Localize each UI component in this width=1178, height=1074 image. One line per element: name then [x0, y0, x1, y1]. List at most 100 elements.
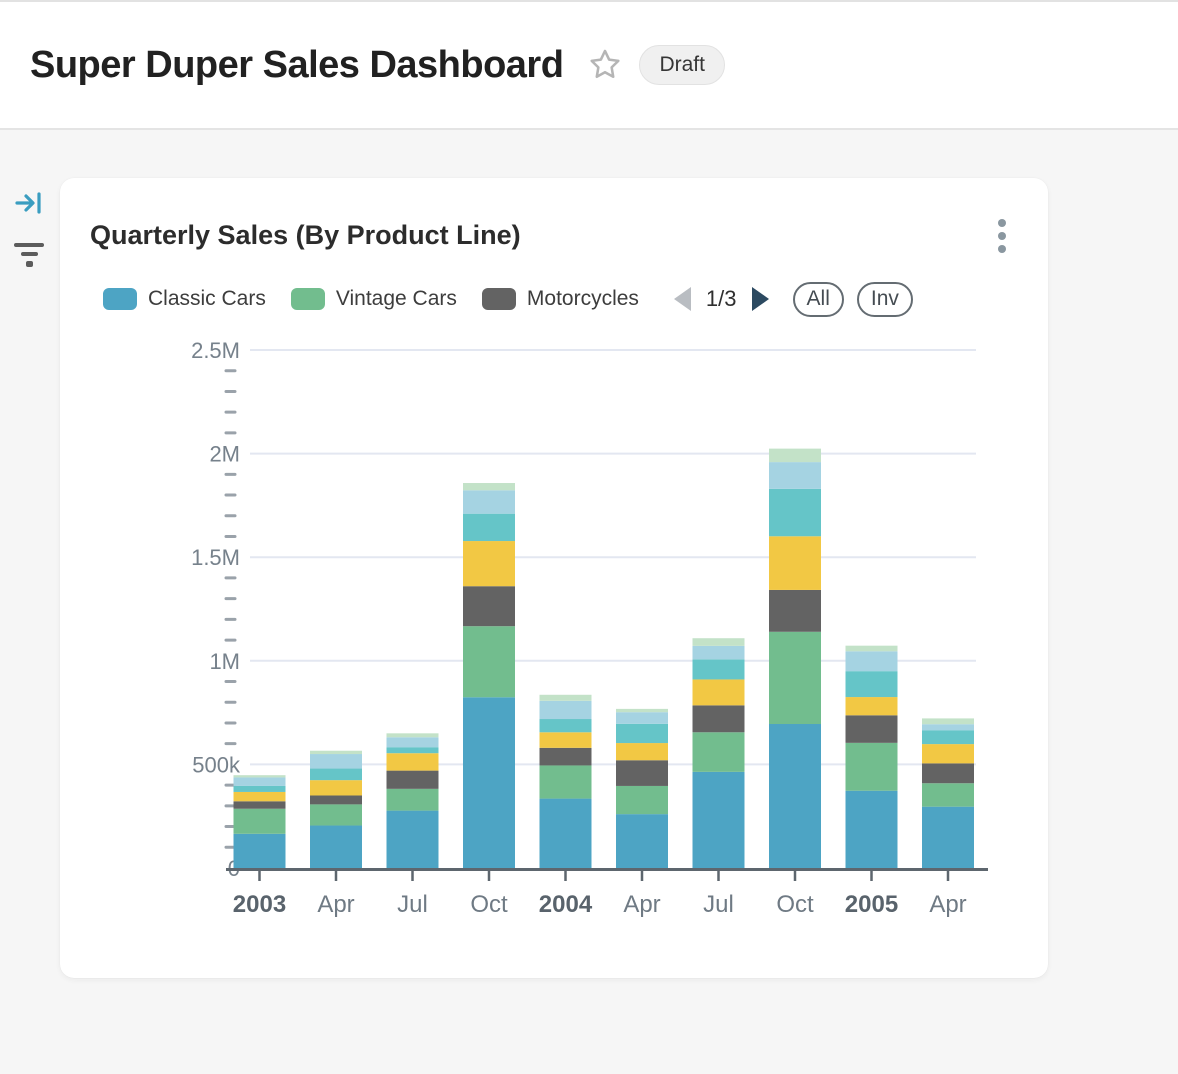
legend-item-vintage-cars[interactable]: Vintage Cars — [291, 287, 457, 311]
bar-segment[interactable] — [234, 801, 286, 808]
bar-segment[interactable] — [540, 701, 592, 719]
triangle-right-icon — [752, 287, 769, 311]
bar-segment[interactable] — [463, 626, 515, 697]
bar-segment[interactable] — [769, 489, 821, 536]
bar-segment[interactable] — [769, 724, 821, 868]
bar-segment[interactable] — [616, 743, 668, 760]
bar-segment[interactable] — [310, 826, 362, 868]
bar-segment[interactable] — [234, 786, 286, 792]
bar-segment[interactable] — [693, 772, 745, 868]
bar-segment[interactable] — [693, 646, 745, 659]
bar-segment[interactable] — [463, 483, 515, 490]
triangle-left-icon — [674, 287, 691, 311]
card-title: Quarterly Sales (By Product Line) — [90, 220, 521, 251]
bar-segment[interactable] — [693, 638, 745, 646]
x-tick-label: 2005 — [845, 891, 898, 918]
bar-segment[interactable] — [310, 751, 362, 754]
y-tick-label: 1.5M — [191, 545, 240, 570]
legend-item-motorcycles[interactable]: Motorcycles — [482, 287, 639, 311]
stacked-bar-chart[interactable]: 0500k1M1.5M2M2.5M2003AprJulOct2004AprJul… — [90, 330, 1018, 960]
y-tick-label: 500k — [192, 752, 241, 777]
sidebar-expand-button[interactable] — [14, 190, 44, 219]
bar-segment[interactable] — [693, 679, 745, 705]
legend-item-classic-cars[interactable]: Classic Cars — [103, 287, 266, 311]
bar-segment[interactable] — [922, 724, 974, 730]
dashboard-body: Quarterly Sales (By Product Line) Classi… — [0, 130, 1178, 1074]
bar-segment[interactable] — [922, 730, 974, 744]
legend-label: Motorcycles — [527, 287, 639, 311]
bar-segment[interactable] — [540, 719, 592, 732]
bar-segment[interactable] — [769, 536, 821, 590]
bar-segment[interactable] — [234, 834, 286, 868]
bar-segment[interactable] — [234, 792, 286, 801]
invert-selection-button[interactable]: Inv — [857, 282, 913, 317]
bar-segment[interactable] — [846, 646, 898, 652]
bar-segment[interactable] — [463, 541, 515, 586]
bar-segment[interactable] — [310, 769, 362, 781]
bar-segment[interactable] — [846, 671, 898, 697]
bar-segment[interactable] — [616, 724, 668, 743]
bar-segment[interactable] — [387, 771, 439, 789]
bar-segment[interactable] — [922, 744, 974, 763]
bar-segment[interactable] — [616, 814, 668, 868]
legend-page-indicator: 1/3 — [706, 286, 737, 312]
bar-segment[interactable] — [463, 514, 515, 541]
bar-segment[interactable] — [616, 709, 668, 712]
bar-segment[interactable] — [540, 799, 592, 868]
legend-label: Classic Cars — [148, 287, 266, 311]
x-tick-label: Apr — [317, 891, 354, 918]
chart-plot-area[interactable]: 0500k1M1.5M2M2.5M2003AprJulOct2004AprJul… — [90, 330, 1018, 960]
bar-segment[interactable] — [846, 697, 898, 715]
page-title: Super Duper Sales Dashboard — [30, 44, 563, 87]
bar-segment[interactable] — [922, 783, 974, 806]
bar-segment[interactable] — [846, 651, 898, 671]
bar-segment[interactable] — [540, 765, 592, 798]
bar-segment[interactable] — [616, 712, 668, 724]
legend-next-button[interactable] — [752, 287, 769, 311]
bar-segment[interactable] — [846, 743, 898, 791]
bar-segment[interactable] — [769, 449, 821, 462]
legend-prev-button[interactable] — [674, 287, 691, 311]
bar-segment[interactable] — [693, 732, 745, 772]
bar-segment[interactable] — [616, 786, 668, 814]
bar-segment[interactable] — [922, 718, 974, 724]
bar-segment[interactable] — [234, 809, 286, 834]
bar-segment[interactable] — [387, 789, 439, 811]
bar-segment[interactable] — [693, 705, 745, 732]
filter-icon[interactable] — [13, 243, 45, 267]
bar-segment[interactable] — [387, 737, 439, 747]
bar-segment[interactable] — [769, 462, 821, 489]
bar-segment[interactable] — [310, 795, 362, 804]
bar-segment[interactable] — [846, 715, 898, 743]
bar-segment[interactable] — [769, 590, 821, 632]
select-all-button[interactable]: All — [793, 282, 844, 317]
bar-segment[interactable] — [463, 490, 515, 513]
favorite-button[interactable] — [587, 47, 623, 83]
bar-segment[interactable] — [540, 748, 592, 766]
bar-segment[interactable] — [540, 732, 592, 748]
bar-segment[interactable] — [922, 763, 974, 783]
bar-segment[interactable] — [310, 780, 362, 795]
bar-segment[interactable] — [387, 811, 439, 868]
card-menu-button[interactable] — [996, 217, 1008, 255]
bar-segment[interactable] — [387, 733, 439, 737]
bar-segment[interactable] — [387, 753, 439, 770]
x-tick-label: 2004 — [539, 891, 593, 918]
bar-segment[interactable] — [234, 777, 286, 785]
bar-segment[interactable] — [616, 760, 668, 786]
bar-segment[interactable] — [463, 697, 515, 868]
x-tick-label: Oct — [470, 891, 508, 918]
bar-segment[interactable] — [387, 747, 439, 753]
bar-segment[interactable] — [463, 586, 515, 626]
legend-label: Vintage Cars — [336, 287, 457, 311]
bar-segment[interactable] — [693, 659, 745, 679]
legend-pagination: 1/3 — [674, 286, 769, 312]
y-tick-label: 1M — [209, 649, 240, 674]
bar-segment[interactable] — [846, 791, 898, 868]
bar-segment[interactable] — [922, 807, 974, 868]
bar-segment[interactable] — [769, 632, 821, 724]
bar-segment[interactable] — [234, 775, 286, 777]
bar-segment[interactable] — [540, 695, 592, 701]
bar-segment[interactable] — [310, 754, 362, 769]
bar-segment[interactable] — [310, 804, 362, 825]
